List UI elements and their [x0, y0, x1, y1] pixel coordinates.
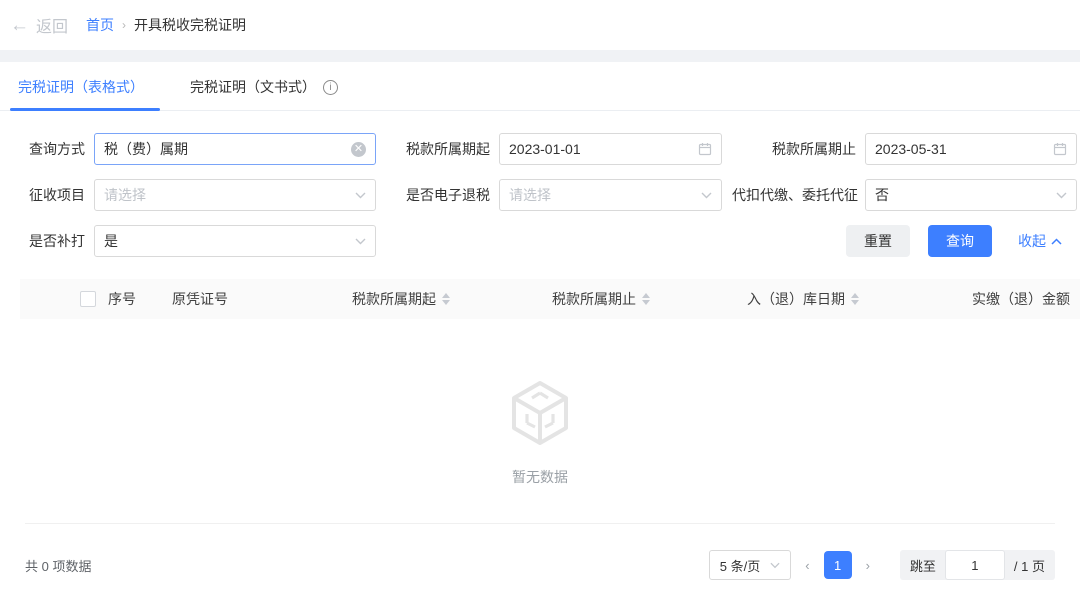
sort-icon[interactable]: [442, 293, 450, 305]
tab-label: 完税证明（表格式）: [18, 77, 144, 97]
col-period-start[interactable]: 税款所属期起: [352, 289, 552, 309]
page-size-select[interactable]: 5 条/页: [709, 550, 791, 580]
reprint-value: 是: [104, 231, 355, 251]
period-end-date-input[interactable]: 2023-05-31: [865, 133, 1077, 165]
section-divider-band: [0, 50, 1080, 62]
col-period-end[interactable]: 税款所属期止: [552, 289, 747, 309]
current-page-button[interactable]: 1: [824, 551, 852, 579]
reprint-label: 是否补打: [25, 231, 85, 251]
filter-panel: 查询方式 税（费）属期 ✕ 税款所属期起 2023-01-01 税款所属期止 2…: [0, 111, 1080, 257]
reprint-select[interactable]: 是: [94, 225, 376, 257]
levy-item-select[interactable]: 请选择: [94, 179, 376, 211]
period-end-label: 税款所属期止: [732, 139, 856, 159]
total-count-text: 共 0 项数据: [25, 556, 91, 575]
sort-icon[interactable]: [851, 293, 859, 305]
e-refund-placeholder: 请选择: [509, 185, 701, 205]
breadcrumb-current: 开具税收完税证明: [134, 15, 246, 35]
back-arrow-icon: ←: [10, 16, 29, 35]
filter-row-3: 是否补打 是 重置 查询 收起: [25, 225, 1062, 257]
query-mode-value: 税（费）属期: [104, 139, 351, 159]
chevron-down-icon: [355, 238, 366, 245]
chevron-down-icon: [355, 192, 366, 199]
calendar-icon: [1053, 142, 1067, 156]
collapse-toggle[interactable]: 收起: [1018, 231, 1062, 251]
breadcrumb: 首页 › 开具税收完税证明: [86, 15, 246, 35]
filter-row-2: 征收项目 请选择 是否电子退税 请选择 代扣代缴、委托代征 否: [25, 179, 1062, 211]
empty-text: 暂无数据: [512, 467, 568, 487]
info-icon[interactable]: i: [323, 80, 338, 95]
pagination-bar: 共 0 项数据 5 条/页 ‹ 1 › 跳至 1 / 1 页: [0, 550, 1080, 580]
select-all-checkbox[interactable]: [80, 291, 96, 307]
query-mode-input[interactable]: 税（费）属期 ✕: [94, 133, 376, 165]
chevron-down-icon: [770, 562, 780, 569]
col-treasury-date[interactable]: 入（退）库日期: [747, 289, 930, 309]
jump-to-page-group: 跳至 1 / 1 页: [900, 550, 1055, 580]
chevron-up-icon: [1051, 238, 1062, 245]
filter-row-1: 查询方式 税（费）属期 ✕ 税款所属期起 2023-01-01 税款所属期止 2…: [25, 133, 1062, 165]
levy-item-label: 征收项目: [25, 185, 85, 205]
search-button[interactable]: 查询: [928, 225, 992, 257]
reset-button[interactable]: 重置: [846, 225, 910, 257]
tab-bar: 完税证明（表格式） 完税证明（文书式） i: [0, 62, 1080, 111]
back-button[interactable]: ← 返回: [10, 13, 68, 37]
jump-label: 跳至: [910, 556, 936, 575]
e-refund-label: 是否电子退税: [398, 185, 490, 205]
topbar: ← 返回 首页 › 开具税收完税证明: [0, 0, 1080, 50]
footer-divider: [25, 523, 1055, 524]
col-seq: 序号: [108, 289, 172, 309]
col-original-doc-no: 原凭证号: [172, 289, 352, 309]
tab-label: 完税证明（文书式）: [190, 77, 316, 97]
col-paid-amount: 实缴（退）金额: [930, 289, 1080, 309]
withholding-value: 否: [875, 185, 1056, 205]
tab-certificate-document-format[interactable]: 完税证明（文书式） i: [184, 62, 344, 110]
jump-page-input[interactable]: 1: [945, 550, 1005, 580]
breadcrumb-separator: ›: [122, 18, 126, 32]
back-label: 返回: [36, 13, 68, 37]
table-header-row: 序号 原凭证号 税款所属期起 税款所属期止 入（退）库日期 实缴（退）金额: [20, 279, 1080, 319]
clear-icon[interactable]: ✕: [351, 142, 366, 157]
prev-page-button[interactable]: ‹: [805, 558, 809, 573]
next-page-button[interactable]: ›: [866, 558, 870, 573]
empty-state: 暂无数据: [0, 375, 1080, 487]
breadcrumb-home-link[interactable]: 首页: [86, 15, 114, 35]
period-start-value: 2023-01-01: [509, 141, 698, 157]
collapse-label: 收起: [1018, 231, 1046, 251]
query-mode-label: 查询方式: [25, 139, 85, 159]
withholding-select[interactable]: 否: [865, 179, 1077, 211]
sort-icon[interactable]: [642, 293, 650, 305]
empty-box-icon: [502, 375, 578, 451]
period-start-label: 税款所属期起: [398, 139, 490, 159]
period-end-value: 2023-05-31: [875, 141, 1053, 157]
tab-certificate-table-format[interactable]: 完税证明（表格式）: [12, 62, 150, 110]
e-refund-select[interactable]: 请选择: [499, 179, 722, 211]
chevron-down-icon: [701, 192, 712, 199]
period-start-date-input[interactable]: 2023-01-01: [499, 133, 722, 165]
withholding-label: 代扣代缴、委托代征: [732, 185, 856, 205]
chevron-down-icon: [1056, 192, 1067, 199]
page-size-value: 5 条/页: [720, 556, 760, 575]
total-pages-text: / 1 页: [1014, 556, 1045, 575]
calendar-icon: [698, 142, 712, 156]
levy-item-placeholder: 请选择: [104, 185, 355, 205]
